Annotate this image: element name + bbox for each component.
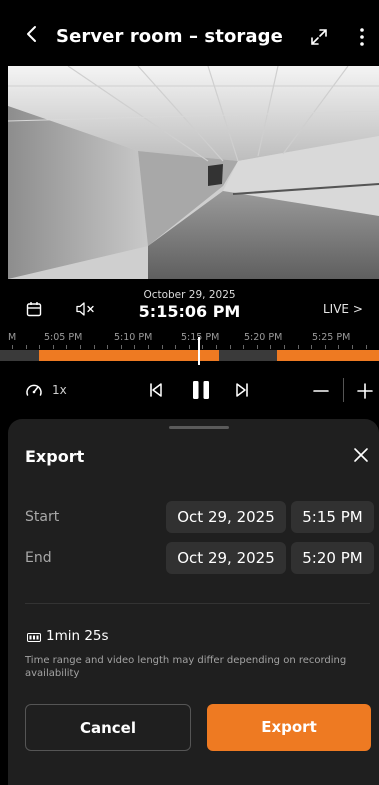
more-vertical-icon[interactable] <box>355 27 369 47</box>
playback-date: October 29, 2025 <box>143 289 236 301</box>
timeline-tick <box>52 345 54 349</box>
film-icon <box>27 633 41 642</box>
timeline-tick <box>216 345 217 349</box>
timeline-tick <box>148 345 149 349</box>
timeline-tick <box>107 345 109 349</box>
timeline-tick <box>120 345 122 349</box>
timeline-tick <box>66 345 68 349</box>
start-date-picker[interactable]: Oct 29, 2025 <box>166 501 286 533</box>
export-button[interactable]: Export <box>207 704 371 751</box>
timeline-tick <box>270 345 272 349</box>
timeline-tick <box>12 345 13 349</box>
plus-icon[interactable] <box>357 381 373 401</box>
export-sheet: Export Start Oct 29, 2025 5:15 PM End Oc… <box>8 419 379 785</box>
timeline-tick <box>324 345 326 349</box>
availability-note: Time range and video length may differ d… <box>25 655 347 679</box>
video-feed[interactable] <box>8 66 379 279</box>
timeline-label: 5:10 PM <box>114 332 153 343</box>
timeline[interactable]: M 5:05 PM 5:10 PM 5:15 PM 5:20 PM 5:25 P… <box>0 329 379 369</box>
timeline-tick <box>39 345 41 349</box>
speedometer-icon[interactable] <box>24 381 44 401</box>
timeline-tick <box>93 345 95 349</box>
app-header: Server room – storage <box>0 0 379 66</box>
timeline-tick <box>365 345 367 349</box>
end-time-picker[interactable]: 5:20 PM <box>291 542 374 574</box>
cancel-button[interactable]: Cancel <box>25 704 191 751</box>
minus-icon[interactable] <box>313 381 329 401</box>
live-button[interactable]: LIVE > <box>323 302 363 316</box>
recording-segment <box>39 350 219 361</box>
timeline-tick <box>338 345 340 349</box>
timeline-tick <box>161 345 163 349</box>
timeline-tick <box>188 345 190 349</box>
timeline-tick <box>256 345 258 349</box>
speed-label[interactable]: 1x <box>52 383 67 397</box>
timeline-label: 5:05 PM <box>44 332 83 343</box>
end-date-picker[interactable]: Oct 29, 2025 <box>166 542 286 574</box>
timeline-label: 5:15 PM <box>181 332 220 343</box>
timeline-tick <box>134 345 136 349</box>
timeline-tick <box>175 345 177 349</box>
timeline-tick <box>352 345 353 349</box>
divider <box>25 603 370 604</box>
pause-icon[interactable] <box>192 380 210 400</box>
skip-next-icon[interactable] <box>234 382 250 398</box>
timeline-tick <box>25 345 27 349</box>
playback-info: October 29, 2025 5:15:06 PM LIVE > <box>0 279 379 329</box>
divider <box>343 378 344 402</box>
expand-icon[interactable] <box>309 27 329 47</box>
chevron-left-icon[interactable] <box>22 24 42 44</box>
timeline-tick <box>202 345 204 349</box>
timeline-tick <box>80 345 81 349</box>
timeline-tick <box>284 345 285 349</box>
timeline-tick <box>243 345 245 349</box>
playback-controls: 1x <box>0 369 379 419</box>
timeline-tick <box>297 345 299 349</box>
start-time-picker[interactable]: 5:15 PM <box>291 501 374 533</box>
timeline-tick <box>229 345 231 349</box>
end-label: End <box>25 550 52 566</box>
start-label: Start <box>25 509 60 525</box>
duration-text: 1min 25s <box>46 628 109 644</box>
page-title: Server room – storage <box>56 26 283 47</box>
timeline-tick <box>311 345 313 349</box>
recording-segment <box>277 350 379 361</box>
timeline-label: 5:25 PM <box>312 332 351 343</box>
timeline-label: 5:20 PM <box>244 332 283 343</box>
playhead[interactable] <box>198 337 200 365</box>
sheet-drag-handle[interactable] <box>169 426 229 429</box>
close-icon[interactable] <box>353 447 369 463</box>
skip-previous-icon[interactable] <box>148 382 164 398</box>
sheet-title: Export <box>25 447 85 466</box>
timeline-label: M <box>8 332 17 343</box>
